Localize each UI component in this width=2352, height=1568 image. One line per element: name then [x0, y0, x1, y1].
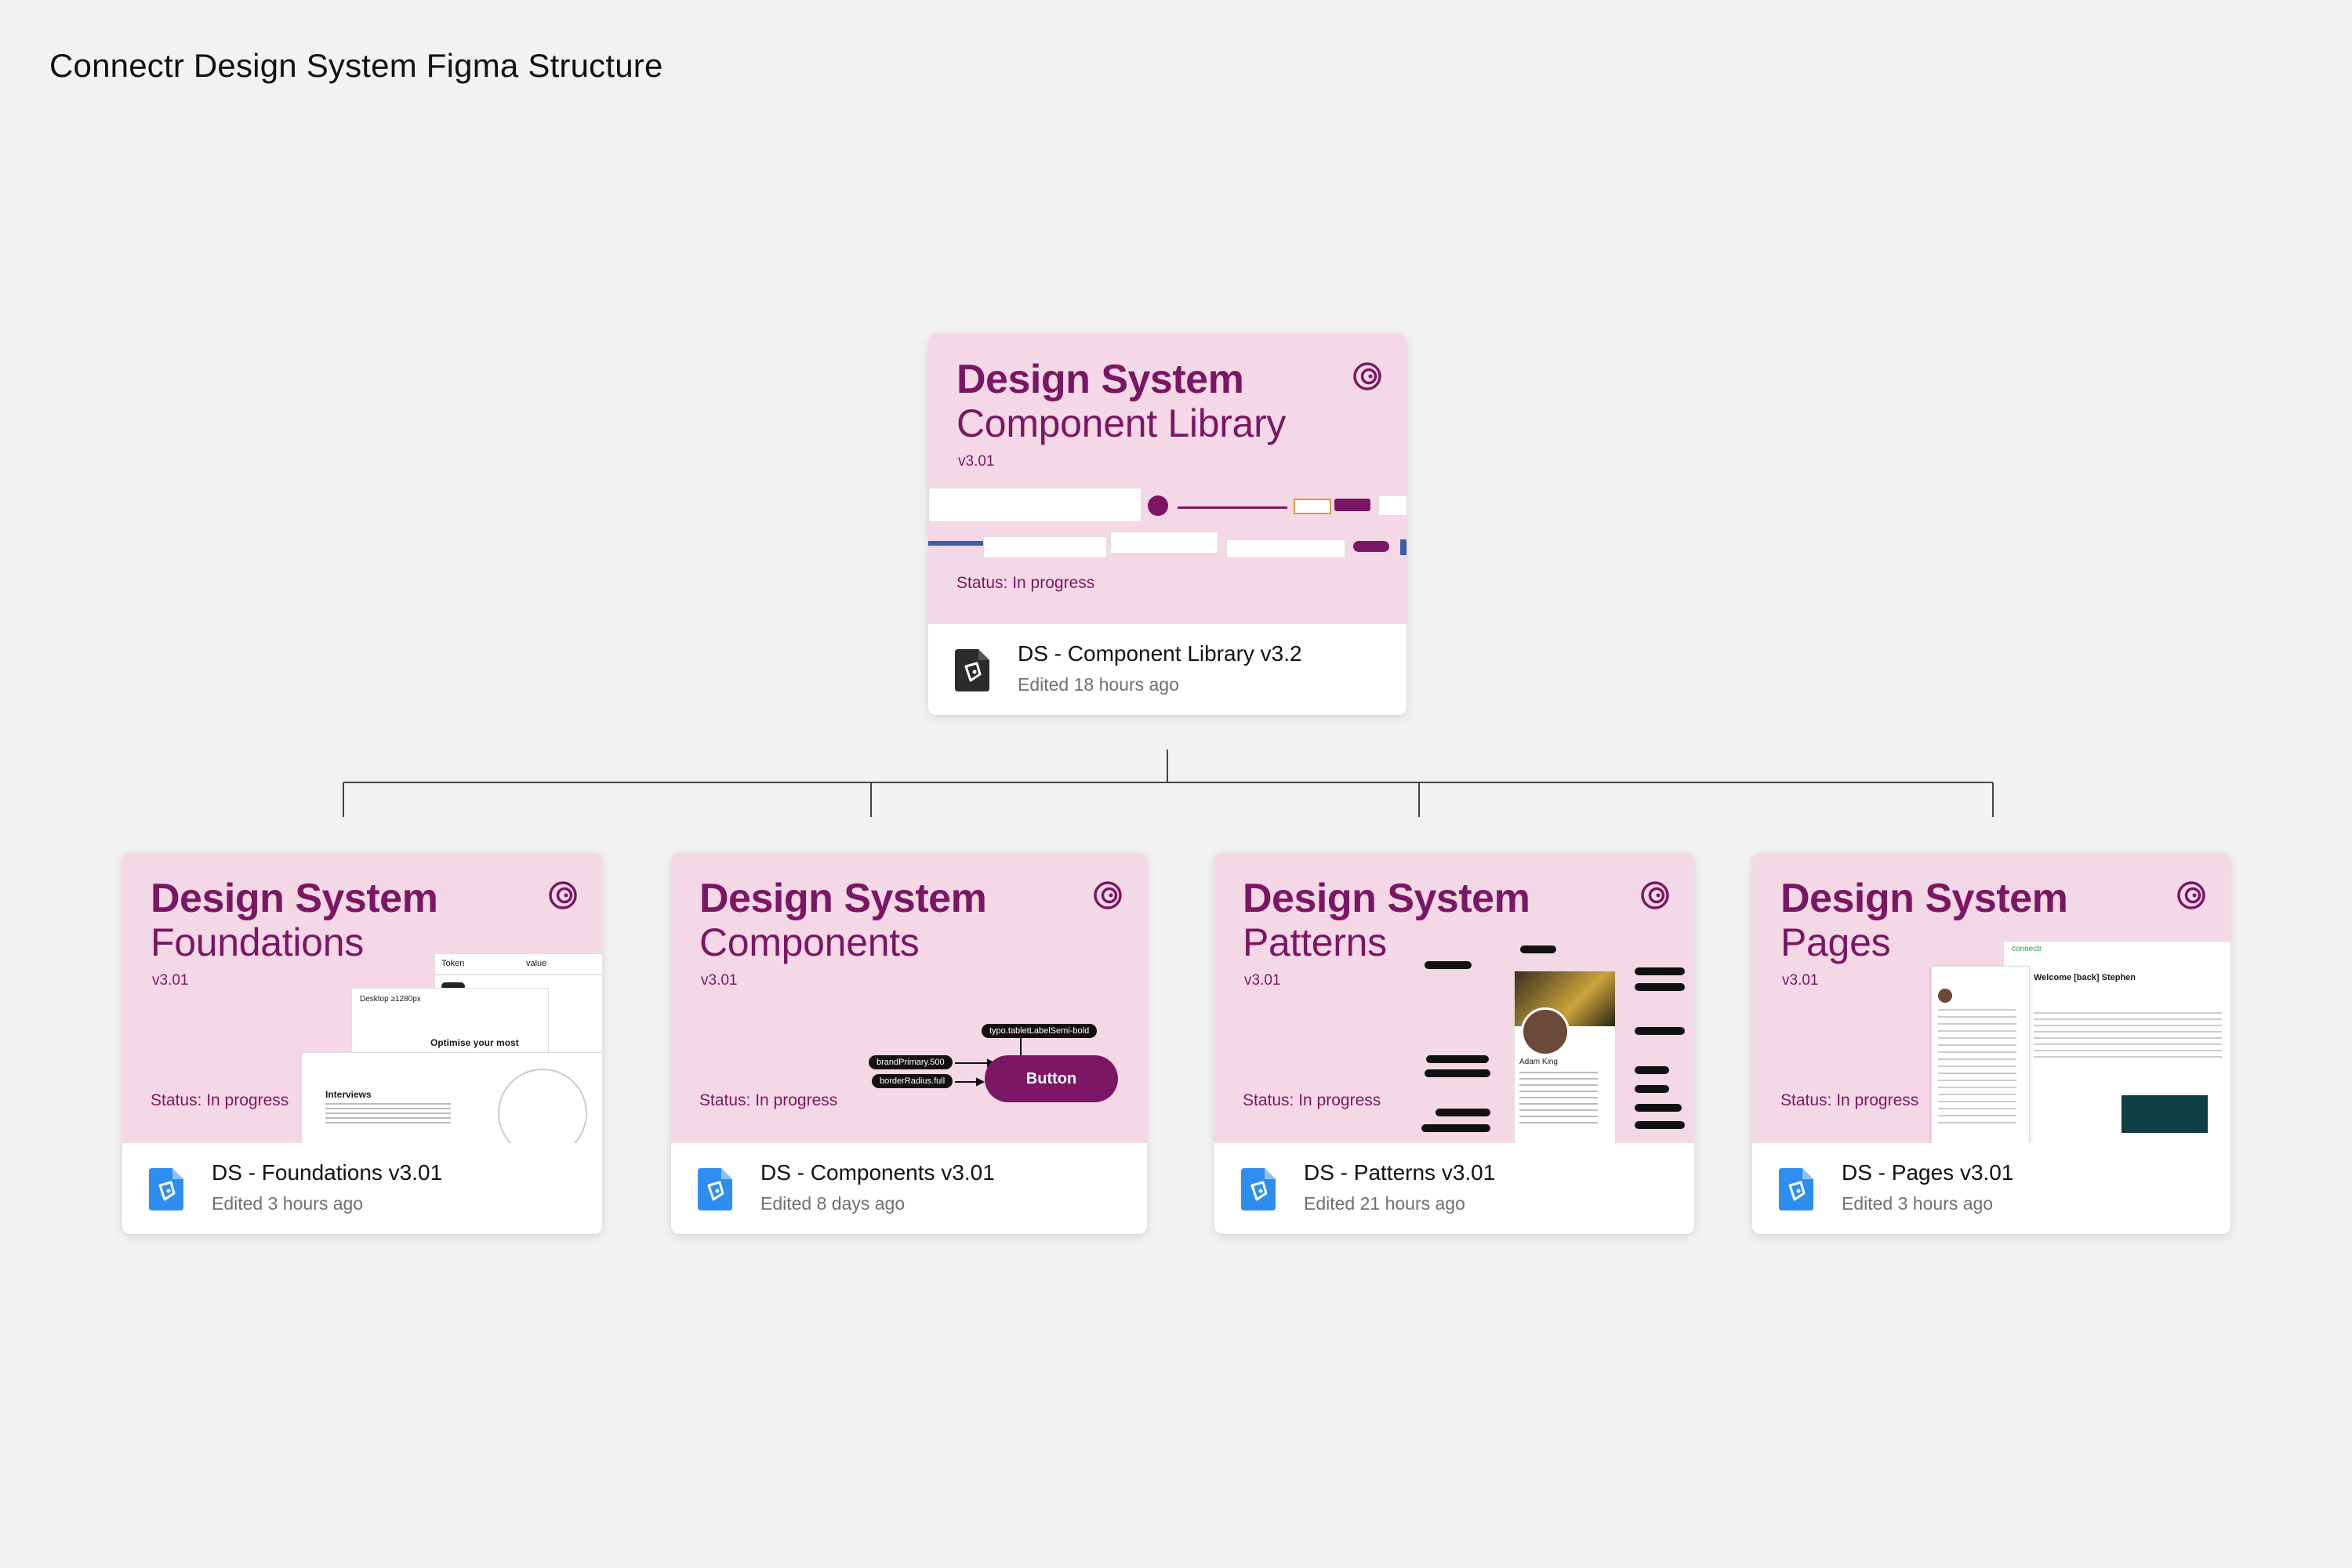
- card-footer: DS - Components v3.01 Edited 8 days ago: [671, 1143, 1147, 1234]
- color-token-pill: brandPrimary.500: [869, 1055, 953, 1069]
- thumbnail-version: v3.01: [1244, 972, 1281, 989]
- file-edited-time: Edited 3 hours ago: [1842, 1193, 1994, 1214]
- thumbnail-title-line2: Patterns: [1243, 920, 1387, 965]
- thumbnail-title-line1: Design System: [699, 876, 987, 921]
- connectr-logo-icon: [1641, 881, 1669, 909]
- figma-file-blue-icon: [698, 1168, 732, 1210]
- file-name: DS - Pages v3.01: [1842, 1160, 2014, 1185]
- thumbnail-title-line1: Design System: [956, 357, 1244, 402]
- value-column-header: value: [526, 959, 547, 968]
- thumbnail-status: Status: In progress: [1243, 1091, 1381, 1109]
- thumbnail-title-line2: Foundations: [151, 920, 364, 965]
- thumbnail-title-line2: Components: [699, 920, 920, 965]
- thumbnail-status: Status: In progress: [699, 1091, 838, 1109]
- thumbnail: Design System Patterns v3.01 Adam King S…: [1214, 853, 1694, 1143]
- thumbnail: Design System Foundations v3.01 Token va…: [122, 853, 602, 1143]
- file-edited-time: Edited 8 days ago: [760, 1193, 906, 1214]
- file-edited-time: Edited 18 hours ago: [1018, 674, 1179, 695]
- file-edited-time: Edited 21 hours ago: [1304, 1193, 1465, 1214]
- file-edited-time: Edited 3 hours ago: [212, 1193, 364, 1214]
- connectr-logo-icon: [549, 881, 577, 909]
- thumbnail-status: Status: In progress: [151, 1091, 289, 1109]
- thumbnail: Design System Pages v3.01 connectr Welco…: [1752, 853, 2230, 1143]
- figma-file-blue-icon: [1779, 1168, 1813, 1210]
- file-card-patterns[interactable]: Design System Patterns v3.01 Adam King S…: [1214, 853, 1694, 1234]
- desktop-breakpoint-label: Desktop ≥1280px: [360, 995, 421, 1004]
- connectr-logo-icon: [1094, 881, 1122, 909]
- thumbnail-version: v3.01: [152, 972, 189, 989]
- thumbnail-status: Status: In progress: [1780, 1091, 1919, 1109]
- thumbnail-title: Design System Component Library: [956, 357, 1287, 446]
- interviews-heading: Interviews: [325, 1089, 372, 1100]
- thumbnail-title-line2: Component Library: [956, 401, 1287, 446]
- card-footer: DS - Patterns v3.01 Edited 21 hours ago: [1214, 1143, 1694, 1234]
- thumbnail: Design System Component Library v3.01 St…: [928, 334, 1406, 624]
- file-card-foundations[interactable]: Design System Foundations v3.01 Token va…: [122, 853, 602, 1234]
- figma-file-blue-icon: [149, 1168, 183, 1210]
- sample-button: Button: [985, 1055, 1118, 1102]
- thumbnail-version: v3.01: [958, 453, 995, 470]
- file-card-components[interactable]: Design System Components v3.01 typo.tabl…: [671, 853, 1147, 1234]
- card-footer: DS - Foundations v3.01 Edited 3 hours ag…: [122, 1143, 602, 1234]
- connectr-logo-icon: [1353, 362, 1381, 390]
- thumbnail-title-line1: Design System: [151, 876, 438, 921]
- thumbnail-status: Status: In progress: [956, 574, 1095, 592]
- thumbnail-version: v3.01: [1782, 972, 1819, 989]
- file-name: DS - Patterns v3.01: [1304, 1160, 1496, 1185]
- figma-file-blue-icon: [1241, 1168, 1276, 1210]
- welcome-heading: Welcome [back] Stephen: [2034, 973, 2136, 982]
- connectr-logo-icon: [2177, 881, 2205, 909]
- thumbnail-version: v3.01: [701, 972, 738, 989]
- figma-file-dark-icon: [955, 649, 989, 691]
- token-column-header: Token: [441, 959, 465, 968]
- file-card-pages[interactable]: Design System Pages v3.01 connectr Welco…: [1752, 853, 2230, 1234]
- thumbnail: Design System Components v3.01 typo.tabl…: [671, 853, 1147, 1143]
- file-card-component-library[interactable]: Design System Component Library v3.01 St…: [928, 334, 1406, 715]
- brand-wordmark: connectr: [2012, 945, 2042, 953]
- file-name: DS - Components v3.01: [760, 1160, 995, 1185]
- profile-name: Adam King: [1519, 1058, 1558, 1066]
- file-name: DS - Component Library v3.2: [1018, 641, 1302, 666]
- thumbnail-title: Design System Patterns: [1243, 876, 1530, 965]
- thumbnail-title: Design System Foundations: [151, 876, 438, 965]
- thumbnail-title: Design System Components: [699, 876, 987, 965]
- thumbnail-title-line1: Design System: [1780, 876, 2068, 921]
- file-name: DS - Foundations v3.01: [212, 1160, 443, 1185]
- card-footer: DS - Component Library v3.2 Edited 18 ho…: [928, 624, 1406, 715]
- thumbnail-title-line1: Design System: [1243, 876, 1530, 921]
- hierarchy-connector: [343, 750, 1994, 817]
- card-footer: DS - Pages v3.01 Edited 3 hours ago: [1752, 1143, 2230, 1234]
- optimise-heading: Optimise your most: [430, 1037, 519, 1048]
- radius-token-pill: borderRadius.full: [872, 1074, 953, 1088]
